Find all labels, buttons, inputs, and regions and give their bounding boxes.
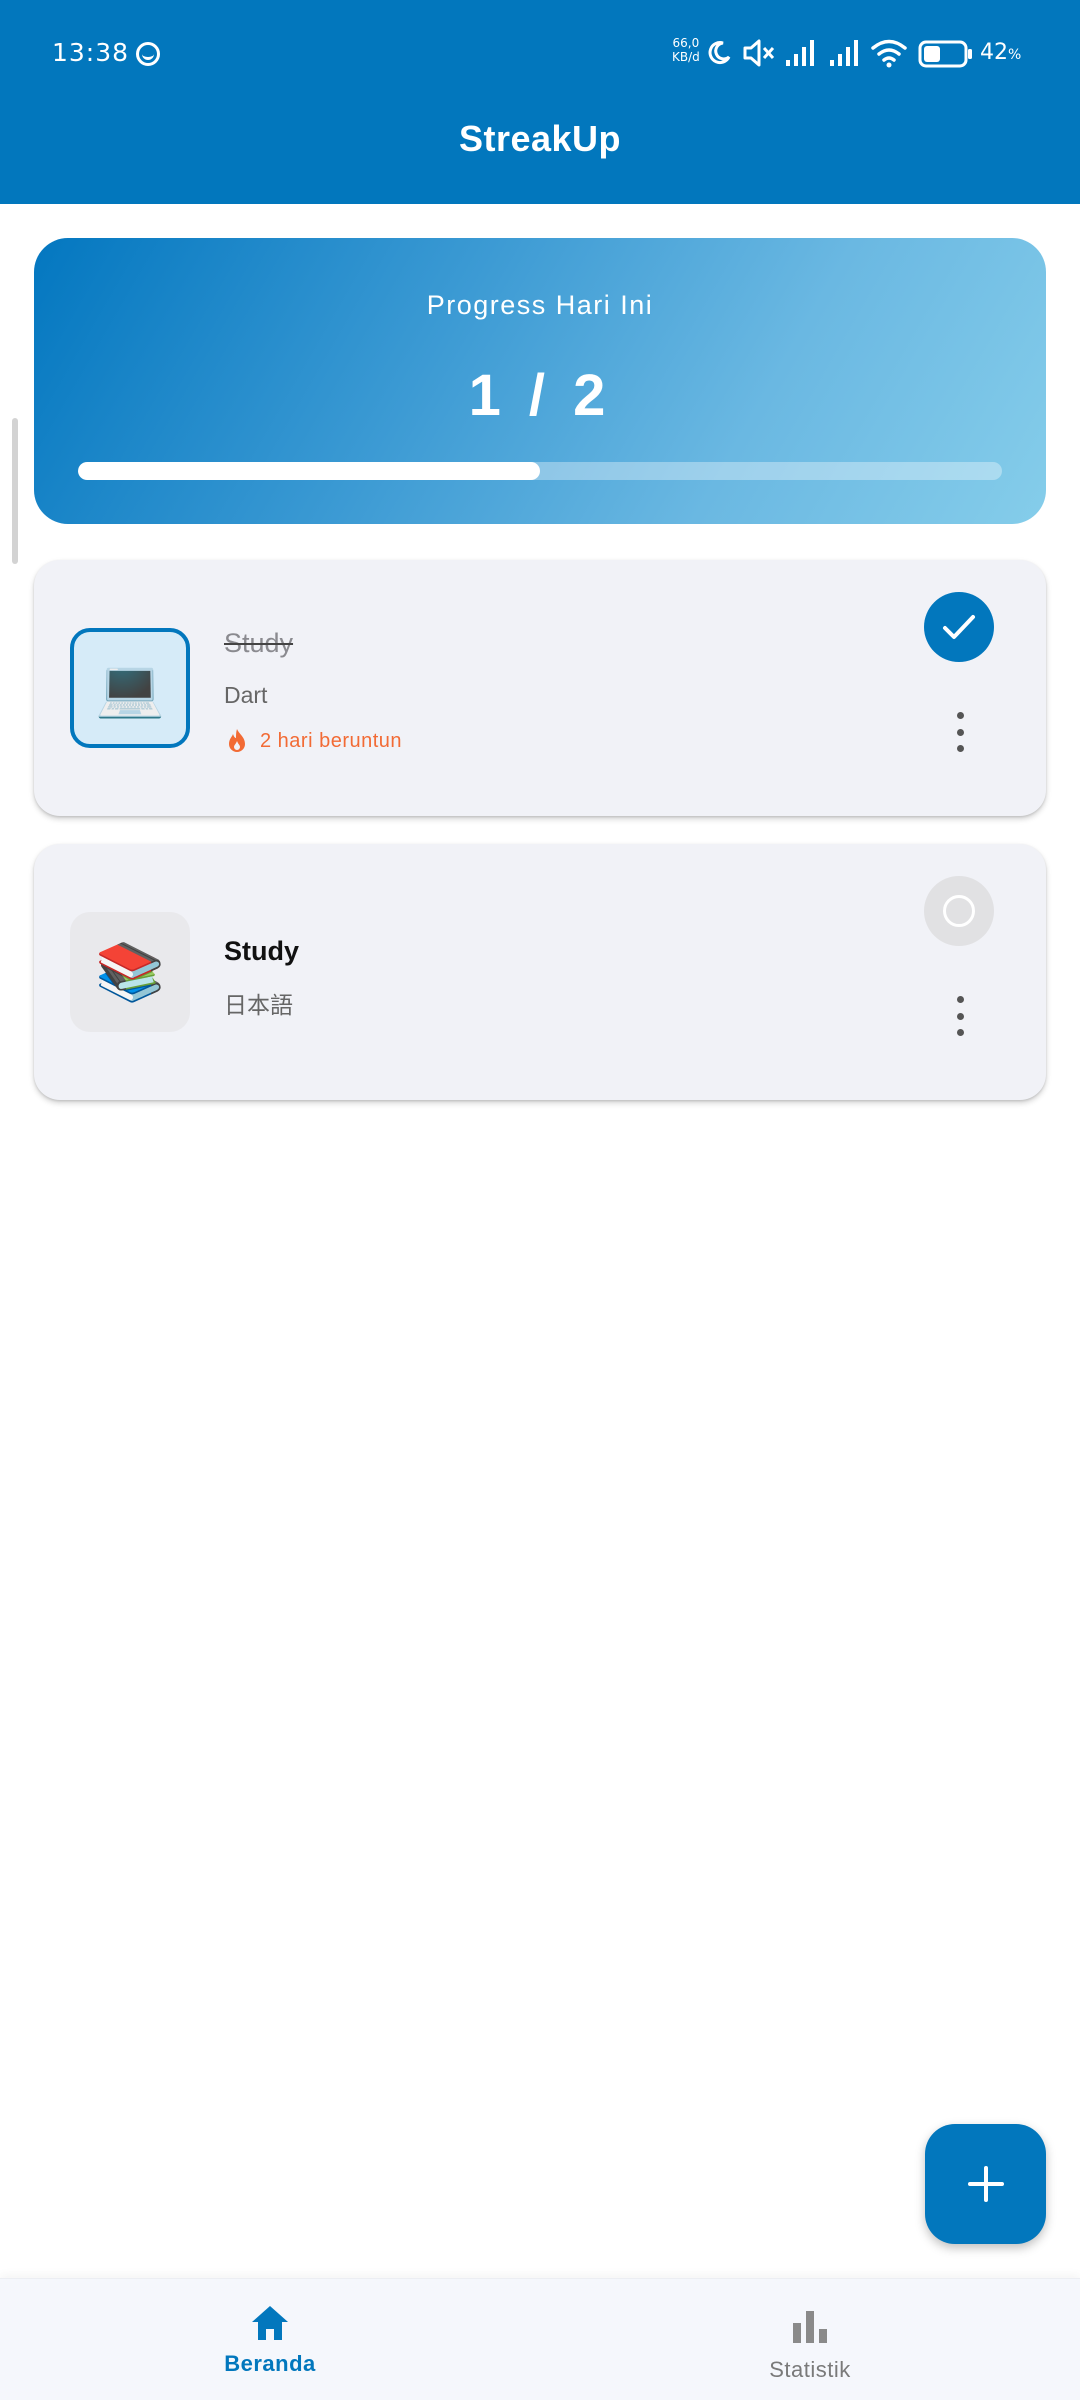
habit-emoji: 📚 <box>70 912 190 1032</box>
status-bar: 13:38 66,0 KB/d 42% <box>0 0 1080 100</box>
nav-label-beranda: Beranda <box>224 2351 316 2376</box>
signal-icon-1 <box>786 40 814 66</box>
habit-card[interactable]: 💻 Study Dart 2 hari beruntun <box>34 560 1046 816</box>
habit-name: Study <box>224 936 300 966</box>
streak-text: 2 hari beruntun <box>260 729 403 752</box>
progress-card: Progress Hari Ini 1 / 2 <box>34 238 1046 524</box>
wifi-icon <box>871 39 907 68</box>
battery-percent: 42% <box>980 40 1021 65</box>
plus-icon <box>967 2166 1004 2202</box>
top-bar: 13:38 66,0 KB/d 42% StreakUp <box>0 0 1080 204</box>
more-vert-icon <box>956 996 964 1003</box>
more-options-button[interactable] <box>952 712 968 752</box>
signal-icon-2 <box>830 40 858 66</box>
nav-label-statistik: Statistik <box>769 2357 851 2382</box>
streak-badge: 2 hari beruntun <box>226 728 402 754</box>
scrollbar[interactable] <box>12 418 18 564</box>
network-speed-value: 66,0 <box>672 36 700 50</box>
network-speed-unit: KB/d <box>672 50 700 64</box>
battery-percent-suffix: % <box>1008 47 1022 63</box>
more-vert-icon <box>956 712 964 719</box>
check-icon <box>943 615 975 639</box>
progress-label: Progress Hari Ini <box>426 290 654 320</box>
add-habit-button[interactable] <box>925 2124 1046 2244</box>
empty-circle-icon <box>943 895 975 927</box>
network-speed: 66,0 KB/d <box>672 36 700 64</box>
complete-toggle-button[interactable] <box>924 592 994 662</box>
progress-count: 1 / 2 <box>468 363 612 428</box>
mute-icon <box>743 39 775 67</box>
moon-icon <box>708 41 731 65</box>
nav-item-statistik[interactable]: Statistik <box>540 2279 1080 2400</box>
home-icon <box>252 2306 288 2340</box>
fire-icon <box>229 729 245 752</box>
status-time: 13:38 <box>52 38 130 67</box>
app-title: StreakUp <box>458 118 622 159</box>
bar-chart-icon <box>793 2311 827 2343</box>
more-options-button[interactable] <box>952 996 968 1036</box>
habit-description: Dart <box>224 682 268 708</box>
battery-icon <box>918 40 972 68</box>
progress-bar-fill <box>78 462 540 480</box>
complete-toggle-button[interactable] <box>924 876 994 946</box>
bottom-navigation: Beranda Statistik <box>0 2278 1080 2400</box>
progress-bar <box>78 462 1002 480</box>
battery-percent-value: 42 <box>980 40 1008 65</box>
notification-face-icon <box>136 42 160 66</box>
habit-description: 日本語 <box>224 992 293 1018</box>
habit-name: Study <box>224 628 294 658</box>
nav-item-beranda[interactable]: Beranda <box>0 2279 540 2400</box>
habit-card[interactable]: 📚 Study 日本語 <box>34 844 1046 1100</box>
habit-emoji: 💻 <box>70 628 190 748</box>
screen: 13:38 66,0 KB/d 42% StreakUp Progress Ha… <box>0 0 1080 2400</box>
